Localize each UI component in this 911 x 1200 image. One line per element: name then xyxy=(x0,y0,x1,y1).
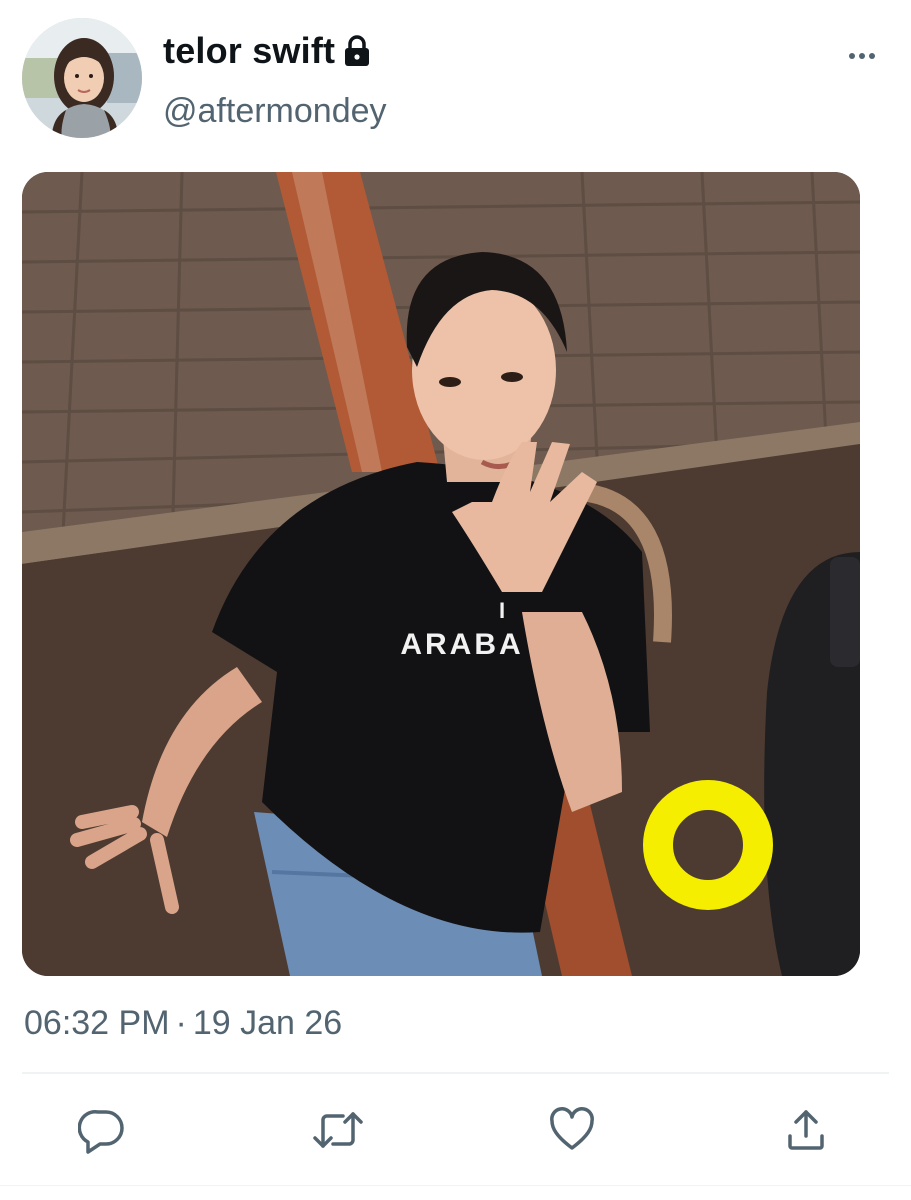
share-icon xyxy=(788,1110,824,1150)
retweet-button[interactable] xyxy=(308,1100,368,1160)
tweet: telor swift @aftermondey ARABA I 06:32 P… xyxy=(0,0,911,1200)
tweet-timestamp[interactable]: 06:32 PM · 19 Jan 26 xyxy=(24,1004,342,1043)
tweet-time: 06:32 PM xyxy=(24,1004,170,1042)
user-handle[interactable]: @aftermondey xyxy=(163,92,387,131)
like-button[interactable] xyxy=(542,1100,602,1160)
shirt-text: ARABA xyxy=(400,628,523,661)
tweet-date: 19 Jan 26 xyxy=(192,1004,343,1042)
bottom-divider xyxy=(0,1185,911,1186)
shirt-text-top: I xyxy=(499,598,505,623)
reply-icon xyxy=(78,1110,124,1154)
heart-icon xyxy=(550,1107,594,1150)
profile-photo xyxy=(22,18,142,138)
timestamp-separator: · xyxy=(175,1004,187,1042)
share-button[interactable] xyxy=(776,1100,836,1160)
display-name-text: telor swift xyxy=(163,30,336,71)
retweet-icon xyxy=(313,1112,363,1148)
divider xyxy=(22,1072,889,1074)
display-name[interactable]: telor swift xyxy=(163,30,373,72)
tweet-media-photo[interactable]: ARABA I xyxy=(22,172,860,976)
avatar[interactable] xyxy=(22,18,142,138)
more-horizontal-icon[interactable] xyxy=(847,46,877,66)
lock-icon xyxy=(341,34,373,68)
action-bar xyxy=(0,1100,911,1160)
reply-button[interactable] xyxy=(72,1100,132,1160)
